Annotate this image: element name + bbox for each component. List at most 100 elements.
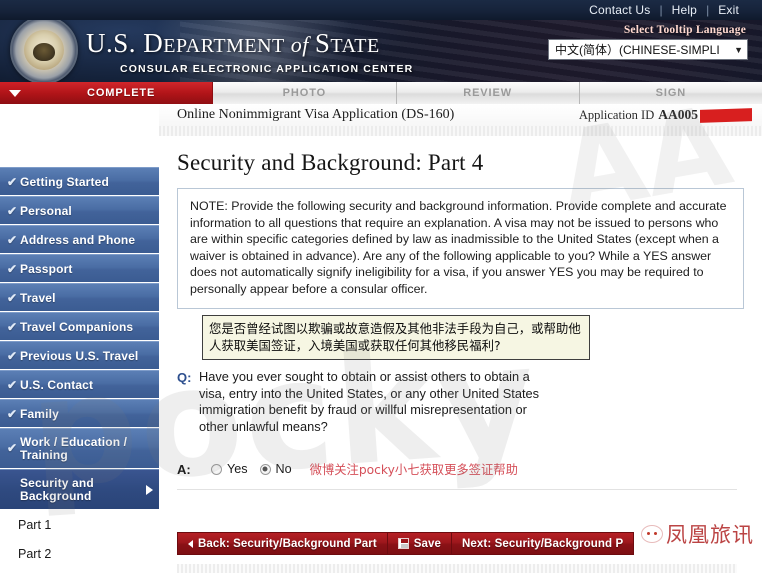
sidebar-item-family[interactable]: ✔ Family	[0, 399, 159, 427]
tooltip-language-value: 中文(简体）(CHINESE-SIMPLI	[555, 43, 720, 57]
check-icon: ✔	[7, 441, 18, 455]
question-text: Have you ever sought to obtain or assist…	[199, 369, 540, 434]
tooltip-language-dropdown[interactable]: 中文(简体）(CHINESE-SIMPLI ▼	[548, 39, 748, 60]
radio-option-yes[interactable]: Yes	[211, 462, 248, 476]
back-button[interactable]: Back: Security/Background Part	[177, 532, 387, 555]
sidebar-item-label: Security and Background	[20, 475, 94, 503]
progress-step-tabs: COMPLETE PHOTO REVIEW SIGN	[0, 82, 762, 104]
question-answer-zone: 您是否曾经试图以欺骗或故意造假及其他非法手段为自己，或帮助他人获取美国签证，入境…	[177, 315, 737, 479]
radio-no-label: No	[275, 462, 292, 476]
check-icon: ✔	[7, 319, 18, 334]
form-title: Online Nonimmigrant Visa Application (DS…	[177, 107, 455, 122]
save-button[interactable]: Save	[386, 532, 452, 555]
sidebar-item-label: Work / Education / Training	[20, 434, 128, 462]
radio-yes-input[interactable]	[211, 463, 222, 475]
brand-title-of: of	[284, 32, 315, 57]
select-tooltip-language-label: Select Tooltip Language	[623, 24, 746, 36]
sidebar-item-label: Family	[20, 406, 59, 421]
check-icon: ✔	[7, 406, 18, 421]
sidebar-subitem-part-2[interactable]: Part 2	[0, 539, 159, 568]
tab-review[interactable]: REVIEW	[396, 82, 580, 104]
sidebar-item-us-contact[interactable]: ✔ U.S. Contact	[0, 370, 159, 398]
redaction-bar	[700, 107, 752, 123]
bottom-divider	[177, 564, 737, 573]
sidebar-item-travel[interactable]: ✔ Travel	[0, 283, 159, 311]
tab-photo[interactable]: PHOTO	[213, 82, 397, 104]
help-link[interactable]: Help	[663, 3, 706, 17]
question-label: Q:	[177, 370, 192, 385]
sidebar-item-travel-companions[interactable]: ✔ Travel Companions	[0, 312, 159, 340]
main-content: Online Nonimmigrant Visa Application (DS…	[159, 104, 762, 577]
brand-title-us: U.S.	[86, 28, 144, 58]
top-utility-bar: Contact Us | Help | Exit	[0, 0, 762, 20]
note-box: NOTE: Provide the following security and…	[177, 188, 744, 309]
back-button-label: Back: Security/Background Part	[198, 537, 377, 550]
tooltip-translation: 您是否曾经试图以欺骗或故意造假及其他非法手段为自己，或帮助他人获取美国签证，入境…	[202, 315, 590, 360]
seal-inner-ring	[24, 30, 64, 70]
sidebar-top-spacer	[0, 104, 159, 167]
radio-yes-label: Yes	[227, 462, 248, 476]
chevron-left-icon	[188, 539, 193, 548]
form-button-bar: Back: Security/Background Part Save Next…	[177, 532, 635, 555]
check-icon: ✔	[7, 174, 18, 189]
next-button[interactable]: Next: Security/Background P	[451, 532, 635, 555]
check-icon: ✔	[7, 203, 18, 218]
application-id-value: AA005	[658, 107, 698, 122]
sidebar-item-previous-us-travel[interactable]: ✔ Previous U.S. Travel	[0, 341, 159, 369]
sidebar-navigation: ✔ Getting Started ✔ Personal ✔ Address a…	[0, 104, 159, 577]
save-button-label: Save	[413, 537, 442, 550]
radio-no-input[interactable]	[259, 463, 271, 475]
application-id-label: Application ID	[578, 107, 655, 122]
eagle-icon	[33, 42, 55, 61]
check-icon: ✔	[7, 377, 18, 392]
save-disk-icon	[397, 538, 409, 549]
sidebar-item-label: Previous U.S. Travel	[20, 348, 139, 363]
sidebar-item-security-and-background[interactable]: ✔ Security and Background	[0, 469, 159, 509]
brand-block: U.S. DEPARTMENT of STATE CONSULAR ELECTR…	[86, 28, 413, 75]
application-id-block: Application ID AA005	[579, 107, 758, 123]
sidebar-item-address-and-phone[interactable]: ✔ Address and Phone	[0, 225, 159, 253]
check-icon: ✔	[7, 232, 18, 247]
tab-sign[interactable]: SIGN	[579, 82, 762, 104]
page-title: Security and Background: Part 4	[177, 150, 484, 175]
exit-link[interactable]: Exit	[709, 3, 748, 17]
language-selector-zone: Select Tooltip Language 中文(简体）(CHINESE-S…	[548, 24, 748, 60]
sidebar-item-personal[interactable]: ✔ Personal	[0, 196, 159, 224]
brand-title-d: D	[143, 28, 164, 58]
sidebar-item-work-education-training[interactable]: ✔ Work / Education / Training	[0, 428, 159, 468]
contact-us-link[interactable]: Contact Us	[580, 3, 659, 17]
answer-label: A:	[177, 461, 191, 477]
sidebar-item-label: Travel	[20, 290, 56, 305]
check-icon: ✔	[7, 348, 18, 363]
chevron-down-icon: ▼	[734, 44, 743, 55]
brand-title-tate: TATE	[330, 35, 380, 57]
sidebar-item-passport[interactable]: ✔ Passport	[0, 254, 159, 282]
brand-title-s: S	[314, 28, 331, 58]
answer-row: A: Yes No 微博关注pocky小七获取更多签证帮助	[177, 459, 737, 479]
content-divider	[177, 489, 737, 490]
sidebar-item-label: Passport	[20, 261, 73, 276]
sidebar-item-label: Getting Started	[20, 174, 109, 189]
header-divider	[159, 126, 762, 136]
check-icon: ✔	[7, 261, 18, 276]
step-caret-indicator	[0, 82, 30, 104]
site-banner: U.S. DEPARTMENT of STATE CONSULAR ELECTR…	[0, 20, 762, 82]
sidebar-item-label: Address and Phone	[20, 232, 136, 247]
promo-watermark-text: 微博关注pocky小七获取更多签证帮助	[309, 463, 518, 477]
triangle-down-icon	[9, 89, 21, 97]
sidebar-subitem-part-1[interactable]: Part 1	[0, 510, 159, 539]
chevron-right-icon	[146, 484, 153, 495]
sidebar-item-label: U.S. Contact	[20, 377, 94, 392]
sidebar-item-getting-started[interactable]: ✔ Getting Started	[0, 167, 159, 195]
check-icon: ✔	[7, 290, 18, 305]
radio-option-no[interactable]: No	[259, 462, 292, 476]
brand-subtitle: CONSULAR ELECTRONIC APPLICATION CENTER	[120, 63, 414, 75]
next-button-label: Next: Security/Background P	[462, 537, 624, 550]
tab-complete[interactable]: COMPLETE	[30, 82, 214, 104]
us-department-of-state-seal-icon	[10, 20, 78, 82]
sidebar-item-label: Personal	[20, 203, 72, 218]
brand-title-epartment: EPARTMENT	[163, 35, 285, 57]
sidebar-item-label: Travel Companions	[20, 319, 134, 334]
application-header-bar: Online Nonimmigrant Visa Application (DS…	[159, 104, 762, 126]
brand-title: U.S. DEPARTMENT of STATE	[86, 28, 413, 61]
